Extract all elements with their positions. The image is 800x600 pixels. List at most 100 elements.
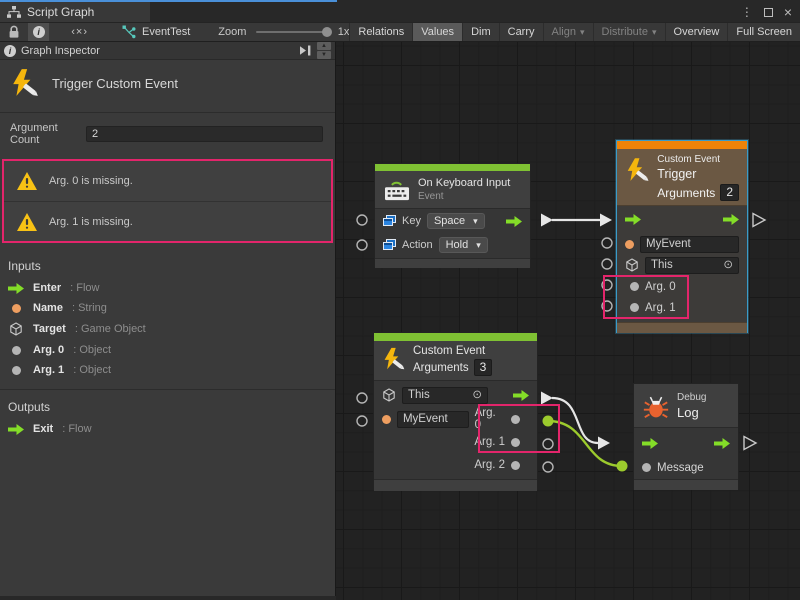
port-event-name[interactable] — [357, 416, 367, 426]
key-value: Space — [434, 215, 465, 227]
object-port-icon — [12, 346, 21, 355]
dock-panel-icon[interactable] — [299, 45, 312, 56]
node-footer — [375, 258, 530, 268]
port-trigger-name[interactable] — [602, 238, 612, 248]
target-field[interactable]: This ⊙ — [402, 387, 488, 404]
wire-keyboard-to-trigger[interactable] — [541, 214, 612, 227]
flow-in-arrow[interactable] — [625, 214, 641, 225]
flow-arrow-icon — [8, 424, 24, 435]
spinner-up-button[interactable]: ▲ — [317, 42, 331, 50]
flow-out-arrow[interactable] — [506, 216, 522, 227]
node-category: Custom Event — [657, 154, 739, 165]
relations-button[interactable]: Relations — [350, 23, 413, 41]
flow-out-arrow[interactable] — [513, 390, 529, 401]
flow-out-arrow[interactable] — [723, 214, 739, 225]
arguments-count-field[interactable]: 2 — [720, 184, 739, 201]
code-view-button[interactable]: ‹×› — [71, 26, 88, 38]
chevron-down-icon: ▾ — [652, 27, 657, 38]
overview-button[interactable]: Overview — [666, 23, 729, 41]
graph-toolbar: i ‹×› EventTest Zoom 1x Relations Values… — [0, 22, 800, 42]
spinner-down-button[interactable]: ▼ — [317, 51, 331, 59]
node-title: Custom Event — [413, 345, 492, 357]
object-port-icon[interactable] — [511, 415, 520, 424]
key-label: Key — [402, 215, 421, 227]
zoom-slider[interactable] — [256, 31, 328, 33]
event-name-field[interactable]: MyEvent — [640, 236, 739, 253]
distribute-dropdown[interactable]: Distribute ▾ — [594, 23, 666, 41]
io-type: Game Object — [81, 323, 146, 335]
graph-breadcrumb[interactable]: EventTest — [122, 25, 190, 39]
io-row-enter: Enter : Flow — [0, 278, 335, 298]
window-menu-icon[interactable]: ⋮ — [741, 5, 753, 19]
tab-script-graph[interactable]: Script Graph — [0, 2, 150, 22]
custom-event-icon — [10, 68, 40, 98]
maximize-icon[interactable] — [764, 8, 773, 17]
object-port-icon[interactable] — [630, 303, 639, 312]
argument-count-field[interactable]: 2 — [86, 126, 323, 142]
full-screen-button[interactable]: Full Screen — [728, 23, 800, 41]
flow-in-arrow[interactable] — [642, 438, 658, 449]
event-name-field[interactable]: MyEvent — [397, 411, 469, 428]
io-type: String — [78, 302, 107, 314]
node-on-keyboard-input[interactable]: On Keyboard Input Event Key Space ▾ — [374, 163, 531, 267]
io-row-name: Name : String — [0, 298, 335, 318]
target-picker-icon[interactable]: ⊙ — [723, 258, 733, 273]
node-footer — [617, 322, 747, 333]
port-message-connected[interactable] — [617, 461, 628, 472]
port-keyboard-key[interactable] — [357, 215, 367, 225]
port-arg0-connected[interactable] — [543, 416, 554, 427]
wire-arg0-to-message[interactable] — [543, 416, 628, 472]
string-port-icon[interactable] — [382, 415, 391, 424]
port-trigger-exit[interactable] — [753, 214, 765, 227]
zoom-label: Zoom — [218, 26, 246, 38]
flow-out-arrow[interactable] — [714, 438, 730, 449]
arg-label: Arg. 0 — [475, 407, 506, 431]
node-title: On Keyboard Input — [418, 177, 510, 189]
port-event-arg2[interactable] — [543, 462, 553, 472]
values-button[interactable]: Values — [413, 23, 463, 41]
arguments-count-field[interactable]: 3 — [474, 359, 493, 376]
dim-button[interactable]: Dim — [463, 23, 500, 41]
object-port-icon[interactable] — [630, 282, 639, 291]
cube-icon[interactable] — [382, 388, 396, 402]
port-trigger-arg1[interactable] — [602, 301, 612, 311]
warning-row: Arg. 0 is missing. — [4, 161, 331, 201]
inspector-title: Graph Inspector — [21, 45, 100, 57]
action-dropdown[interactable]: Hold ▾ — [439, 237, 488, 253]
port-event-target[interactable] — [357, 393, 367, 403]
port-event-arg1[interactable] — [543, 439, 553, 449]
cube-icon[interactable] — [625, 258, 639, 272]
node-trigger-custom-event[interactable]: Custom Event Trigger Arguments 2 MyEvent — [616, 140, 748, 333]
object-port-icon[interactable] — [511, 461, 520, 470]
panel-spinner: ▲ ▼ — [317, 42, 331, 59]
target-picker-icon[interactable]: ⊙ — [472, 388, 482, 403]
separator: : — [75, 323, 78, 335]
target-field[interactable]: This ⊙ — [645, 257, 739, 274]
node-debug-log[interactable]: Debug Log Message — [633, 383, 739, 490]
io-row-arg1: Arg. 1 : Object — [0, 360, 335, 380]
port-debug-exit[interactable] — [744, 437, 756, 450]
node-custom-event[interactable]: Custom Event Arguments 3 This ⊙ MyEvent — [373, 332, 538, 490]
string-port-icon[interactable] — [625, 240, 634, 249]
script-graph-window: Script Graph ⋮ × i ‹×› EventTest — [0, 0, 800, 600]
lock-button[interactable] — [0, 25, 28, 39]
warning-row: Arg. 1 is missing. — [4, 201, 331, 241]
event-name-row: MyEvent Arg. 0 — [374, 408, 537, 430]
warning-icon — [16, 212, 38, 232]
graph-canvas[interactable]: On Keyboard Input Event Key Space ▾ — [336, 42, 800, 600]
target-row: This ⊙ — [374, 383, 537, 407]
port-trigger-arg0[interactable] — [602, 280, 612, 290]
chevron-down-icon: ▾ — [473, 216, 478, 227]
object-port-icon[interactable] — [511, 438, 520, 447]
object-port-icon[interactable] — [642, 463, 651, 472]
key-dropdown[interactable]: Space ▾ — [427, 213, 485, 229]
port-keyboard-action[interactable] — [357, 240, 367, 250]
close-icon[interactable]: × — [784, 7, 792, 17]
zoom-slider-knob[interactable] — [322, 27, 332, 37]
align-dropdown[interactable]: Align ▾ — [544, 23, 594, 41]
io-name: Target — [33, 323, 66, 335]
inspector-toggle-button[interactable]: i — [28, 23, 49, 41]
port-trigger-target[interactable] — [602, 259, 612, 269]
action-row: Action Hold ▾ — [375, 233, 530, 257]
carry-button[interactable]: Carry — [500, 23, 544, 41]
